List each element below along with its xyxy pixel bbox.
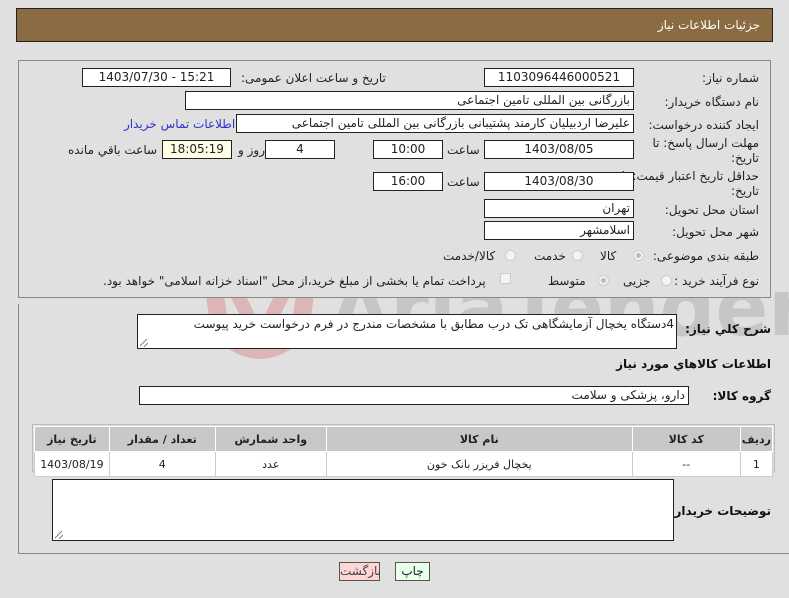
goods-table: رديف کد کالا نام کالا واحد شمارش تعداد /… bbox=[34, 426, 774, 477]
need-number-field: 1103096446000521 bbox=[484, 68, 634, 87]
goods-table-wrapper: رديف کد کالا نام کالا واحد شمارش تعداد /… bbox=[32, 424, 775, 477]
description-text: 4دستگاه یخچال آزمایشگاهی تک درب مطابق با… bbox=[193, 317, 674, 331]
announce-datetime-label: تاریخ و ساعت اعلان عمومی: bbox=[241, 71, 386, 85]
goods-group-field: دارو، پزشکی و سلامت bbox=[139, 386, 689, 405]
col-item-name: نام کالا bbox=[325, 426, 633, 452]
col-item-code: کد کالا bbox=[631, 426, 741, 452]
col-row-number: رديف bbox=[739, 426, 774, 452]
reply-deadline-date-field: 1403/08/05 bbox=[484, 140, 634, 159]
category-option-service: خدمت bbox=[534, 249, 566, 263]
treasury-payment-checkbox[interactable] bbox=[500, 273, 511, 284]
description-label: شرح کلي نياز: bbox=[685, 322, 771, 336]
cell-quantity: 4 bbox=[108, 451, 216, 477]
remaining-days-label: روز و bbox=[238, 143, 265, 157]
cell-item-code: -- bbox=[631, 451, 741, 477]
col-unit: واحد شمارش bbox=[214, 426, 327, 452]
reply-deadline-label: مهلت ارسال پاسخ: تا تاریخ: bbox=[652, 136, 759, 165]
buyer-org-label: نام دستگاه خریدار: bbox=[664, 95, 760, 109]
buyer-contact-link[interactable]: اطلاعات تماس خریدار bbox=[124, 117, 235, 131]
goods-group-label: گروه کالا: bbox=[712, 389, 771, 403]
price-validity-date-field: 1403/08/30 bbox=[484, 172, 634, 191]
category-radio-service[interactable] bbox=[572, 250, 583, 261]
page-header: جزئیات اطلاعات نیاز bbox=[16, 8, 773, 42]
category-option-goods: کالا bbox=[600, 249, 617, 263]
buyer-org-field: بازرگانی بین المللی تامین اجتماعی bbox=[185, 91, 634, 110]
price-validity-time-field: 16:00 bbox=[373, 172, 443, 191]
cell-unit: عدد bbox=[214, 451, 327, 477]
price-validity-time-label: ساعت bbox=[447, 175, 480, 189]
requester-field: علیرضا اردبیلیان کارمند پشتیبانی بازرگان… bbox=[236, 114, 634, 133]
category-radio-goods[interactable] bbox=[633, 250, 644, 261]
purchase-type-radio-medium[interactable] bbox=[598, 275, 609, 286]
category-radio-goods-service[interactable] bbox=[505, 250, 516, 261]
category-label: طبقه بندی موضوعی: bbox=[652, 249, 759, 263]
description-textarea[interactable]: 4دستگاه یخچال آزمایشگاهی تک درب مطابق با… bbox=[137, 314, 677, 349]
delivery-city-field: اسلامشهر bbox=[484, 221, 634, 240]
table-row: 1 -- یخچال فریزر بانک خون عدد 4 1403/08/… bbox=[34, 451, 774, 477]
goods-section-title: اطلاعات کالاهاي مورد نياز bbox=[616, 357, 771, 371]
back-button[interactable]: بازگشت bbox=[339, 562, 381, 581]
goods-table-header-row: رديف کد کالا نام کالا واحد شمارش تعداد /… bbox=[34, 426, 774, 452]
buyer-notes-textarea[interactable] bbox=[52, 479, 674, 541]
remaining-time-field: 18:05:19 bbox=[162, 140, 232, 159]
print-button[interactable]: چاپ bbox=[395, 562, 430, 581]
need-number-label: شماره نیاز: bbox=[702, 71, 759, 85]
delivery-city-label: شهر محل تحویل: bbox=[672, 225, 759, 239]
reply-deadline-time-label: ساعت bbox=[447, 143, 480, 157]
col-need-date: تاریخ نیاز bbox=[34, 426, 110, 452]
purchase-type-label: نوع فرآیند خرید : bbox=[674, 274, 759, 288]
reply-deadline-time-field: 10:00 bbox=[373, 140, 443, 159]
purchase-type-radio-minor[interactable] bbox=[661, 275, 672, 286]
delivery-province-field: تهران bbox=[484, 199, 634, 218]
purchase-type-option-minor: جزیی bbox=[623, 274, 651, 288]
remaining-days-field: 4 bbox=[265, 140, 335, 159]
announce-datetime-field: 1403/07/30 - 15:21 bbox=[82, 68, 231, 87]
col-quantity: تعداد / مقدار bbox=[108, 426, 216, 452]
purchase-type-option-medium: متوسط bbox=[548, 274, 586, 288]
cell-row-number: 1 bbox=[739, 451, 774, 477]
remaining-time-label: ساعت باقي مانده bbox=[68, 143, 158, 157]
buyer-notes-label: توضیحات خریدار: bbox=[669, 504, 771, 518]
category-option-goods-service: کالا/خدمت bbox=[443, 249, 496, 263]
page-title: جزئیات اطلاعات نیاز bbox=[657, 18, 760, 32]
resize-grip-icon[interactable] bbox=[140, 339, 148, 347]
delivery-province-label: استان محل تحویل: bbox=[664, 203, 759, 217]
resize-grip-icon[interactable] bbox=[55, 531, 63, 539]
cell-need-date: 1403/08/19 bbox=[34, 451, 110, 477]
treasury-payment-label: پرداخت تمام یا بخشی از مبلغ خرید،از محل … bbox=[103, 274, 486, 288]
requester-label: ایجاد کننده درخواست: bbox=[648, 118, 759, 132]
cell-item-name: یخچال فریزر بانک خون bbox=[325, 451, 633, 477]
